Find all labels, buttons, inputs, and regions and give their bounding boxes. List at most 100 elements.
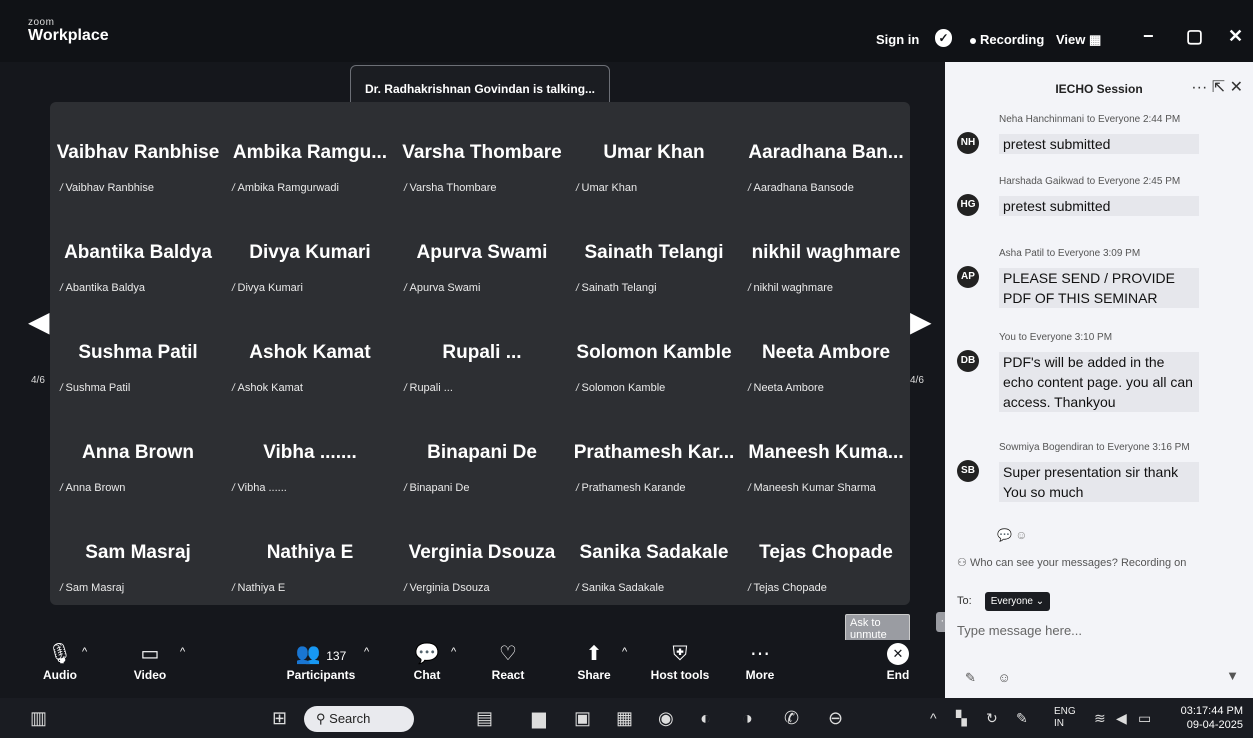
message-reactions[interactable]: 💬 ☺ [997,528,1028,542]
tray-sync-icon[interactable]: ↻ [986,710,998,727]
participant-tile[interactable]: Rupali ... 🎙̸ Rupali ... [394,302,566,402]
participant-name-label: 🎙̸ nikhil waghmare [742,282,833,294]
share-button[interactable]: ⬆ Share [574,640,614,682]
muted-mic-icon: 🎙̸ [398,583,406,594]
who-can-see-notice[interactable]: ⚇ Who can see your messages? Recording o… [957,556,1186,569]
chat-button[interactable]: 💬 Chat [410,640,444,682]
participant-name-label: 🎙̸ Solomon Kamble [570,382,666,394]
react-button[interactable]: ♡ React [490,640,526,682]
language-indicator[interactable]: ENG IN [1054,706,1076,730]
store-icon[interactable]: ▦ [616,708,633,729]
security-shield-icon[interactable]: ✓ [935,29,952,47]
close-window-button[interactable]: ✕ [1228,26,1243,47]
tray-pen-icon[interactable]: ✎ [1016,710,1028,727]
participant-tile[interactable]: Maneesh Kuma... 🎙̸ Maneesh Kumar Sharma [738,402,910,502]
participant-tile[interactable]: Neeta Ambore 🎙̸ Neeta Ambore [738,302,910,402]
more-options-icon[interactable]: ··· [1191,79,1207,96]
more-button[interactable]: ⋯ More [740,640,780,682]
volume-icon[interactable]: ◀ [1116,710,1127,727]
participant-tile[interactable]: Sainath Telangi 🎙̸ Sainath Telangi [566,202,738,302]
audio-button[interactable]: 🎙 Audio [40,640,80,682]
format-text-icon[interactable]: ✎ [965,670,976,685]
participant-tile[interactable]: Divya Kumari 🎙̸ Divya Kumari [222,202,394,302]
participant-tile[interactable]: Aaradhana Ban... 🎙̸ Aaradhana Bansode [738,102,910,202]
caret-up-icon: ^ [364,646,370,658]
participant-tile[interactable]: Sanika Sadakale 🎙̸ Sanika Sadakale [566,502,738,602]
message-text: PLEASE SEND / PROVIDE PDF OF THIS SEMINA… [999,268,1199,308]
taskbar-search[interactable]: ⚲ Search [304,706,414,732]
app-icon[interactable]: ▣ [574,708,591,729]
tray-app-icon[interactable]: ▚ [956,710,967,727]
muted-mic-icon: 🎙̸ [54,483,62,494]
recording-indicator[interactable]: Recording [970,32,1044,47]
participant-tile[interactable]: Verginia Dsouza 🎙̸ Verginia Dsouza [394,502,566,602]
wifi-icon[interactable]: ≋ [1094,710,1106,727]
windows-taskbar: ▥ ⊞ ⚲ Search ▤ ▆ ▣ ▦ ◉ ◐ ◑ ✆ ⊖ ^ ▚ ↻ ✎ E… [0,698,1253,738]
zoom-app-icon[interactable]: ◑ [742,708,753,729]
participant-tile[interactable]: Ambika Ramgu... 🎙̸ Ambika Ramgurwadi [222,102,394,202]
edge-icon[interactable]: ◐ [700,708,711,729]
participant-tile[interactable]: Anna Brown 🎙̸ Anna Brown [50,402,222,502]
file-explorer-icon[interactable]: ▆ [532,708,546,729]
host-tools-button[interactable]: ⛨ Host tools [648,640,712,682]
reply-icon[interactable]: 💬 [997,528,1012,542]
close-chat-icon[interactable]: ✕ [1230,79,1243,96]
participant-tile[interactable]: Umar Khan 🎙̸ Umar Khan [566,102,738,202]
people-icon: ⚇ [957,557,967,569]
message-input[interactable]: Type message here... [957,623,1082,638]
video-button[interactable]: ▭ Video [130,640,170,682]
participants-button[interactable]: 👥 137 Participants [286,640,356,682]
participant-tile[interactable]: Ashok Kamat 🎙̸ Ashok Kamat [222,302,394,402]
participant-tile[interactable]: Vaibhav Ranbhise 🎙̸ Vaibhav Ranbhise [50,102,222,202]
participant-tile[interactable]: Sam Masraj 🎙̸ Sam Masraj [50,502,222,602]
emoji-icon[interactable]: ☺ [1015,528,1027,542]
muted-mic-icon: 🎙̸ [570,383,578,394]
participant-display-name: Apurva Swami [416,242,548,263]
participant-tile[interactable]: Sushma Patil 🎙̸ Sushma Patil [50,302,222,402]
muted-mic-icon: 🎙̸ [570,483,578,494]
search-icon: ⚲ [316,711,326,726]
participant-tile[interactable]: Solomon Kamble 🎙̸ Solomon Kamble [566,302,738,402]
send-options-caret-icon[interactable]: ▼ [1226,668,1239,683]
whatsapp-icon[interactable]: ✆ [784,708,799,729]
tray-expand-icon[interactable]: ^ [930,710,937,726]
participant-display-name: Binapani De [427,442,537,463]
participant-name-label: 🎙̸ Umar Khan [570,182,638,194]
start-windows-icon[interactable]: ⊞ [272,708,287,729]
app-running-icon[interactable]: ⊖ [828,708,843,729]
muted-mic-icon: 🎙̸ [54,383,62,394]
view-button[interactable]: View ▦ [1056,32,1101,48]
participant-tile[interactable]: Binapani De 🎙̸ Binapani De [394,402,566,502]
chrome-icon[interactable]: ◉ [658,708,674,729]
participant-tile[interactable]: Tejas Chopade 🎙̸ Tejas Chopade [738,502,910,602]
previous-page-arrow-icon[interactable]: ◀ [28,305,50,338]
battery-icon[interactable]: ▭ [1138,710,1151,727]
emoji-picker-icon[interactable]: ☺ [998,670,1011,685]
participant-name-label: 🎙̸ Binapani De [398,482,470,494]
widgets-icon[interactable]: ▥ [30,708,47,729]
sign-in-button[interactable]: Sign in [876,32,919,47]
end-meeting-button[interactable]: ✕ End [880,640,916,682]
muted-mic-icon: 🎙̸ [398,483,406,494]
taskbar-clock[interactable]: 03:17:44 PM 09-04-2025 [1181,704,1243,732]
participant-tile[interactable]: Prathamesh Kar... 🎙̸ Prathamesh Karande [566,402,738,502]
pop-out-icon[interactable]: ⇱ [1212,79,1225,96]
next-page-arrow-icon[interactable]: ▶ [910,305,932,338]
maximize-button[interactable]: ▢ [1186,26,1203,47]
participant-tile[interactable]: nikhil waghmare 🎙̸ nikhil waghmare [738,202,910,302]
participant-tile[interactable]: Abantika Baldya 🎙̸ Abantika Baldya [50,202,222,302]
taskview-icon[interactable]: ▤ [476,708,493,729]
participant-tile[interactable]: Nathiya E 🎙̸ Nathiya E [222,502,394,602]
muted-mic-icon: 🎙̸ [570,583,578,594]
participant-tile[interactable]: Vibha ....... 🎙̸ Vibha ...... [222,402,394,502]
muted-mic-icon: 🎙̸ [398,383,406,394]
message-text: PDF's will be added in the echo content … [999,352,1199,412]
clock-time: 03:17:44 PM [1180,705,1243,717]
muted-mic-icon: 🎙̸ [54,583,62,594]
participant-tile[interactable]: Varsha Thombare 🎙̸ Varsha Thombare [394,102,566,202]
recipient-dropdown[interactable]: Everyone ⌄ [984,592,1051,611]
minimize-button[interactable]: − [1143,26,1154,47]
participant-tile[interactable]: Apurva Swami 🎙̸ Apurva Swami [394,202,566,302]
grid-icon: ▦ [1089,32,1102,47]
message-meta: You to Everyone 3:10 PM [999,332,1113,343]
